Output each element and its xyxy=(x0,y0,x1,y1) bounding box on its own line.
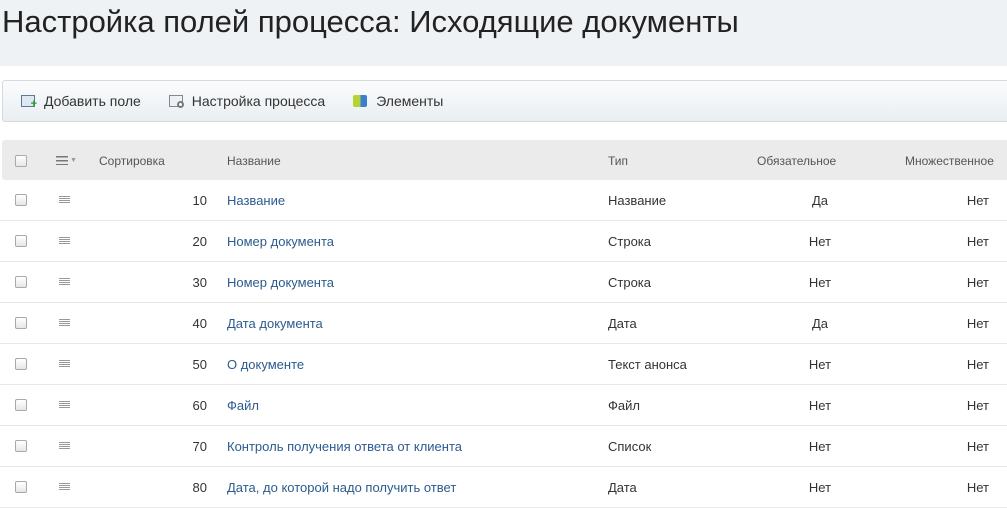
field-type: Строка xyxy=(608,233,652,249)
sort-value: 20 xyxy=(192,233,207,249)
sort-value: 10 xyxy=(192,192,207,208)
multiple-value: Нет xyxy=(966,438,989,454)
field-type: Текст анонса xyxy=(608,356,687,372)
sort-value: 60 xyxy=(192,397,207,413)
multiple-value: Нет xyxy=(966,479,989,495)
field-type: Файл xyxy=(608,397,640,413)
field-name-link[interactable]: Номер документа xyxy=(227,234,334,249)
row-checkbox[interactable] xyxy=(15,317,27,329)
required-value: Нет xyxy=(808,233,832,249)
multiple-value: Нет xyxy=(966,233,989,249)
row-checkbox[interactable] xyxy=(15,194,27,206)
field-type: Список xyxy=(608,438,652,454)
column-required[interactable]: Обязательное xyxy=(757,140,836,181)
drag-handle-icon[interactable] xyxy=(59,278,70,286)
table-row: 40 Дата документа Дата Да Нет xyxy=(0,303,1007,344)
row-checkbox[interactable] xyxy=(15,440,27,452)
field-name-link[interactable]: Контроль получения ответа от клиента xyxy=(227,439,462,454)
drag-handle-icon[interactable] xyxy=(59,401,70,409)
required-value: Нет xyxy=(808,274,832,290)
row-checkbox[interactable] xyxy=(15,276,27,288)
drag-handle-icon[interactable] xyxy=(59,360,70,368)
required-value: Нет xyxy=(808,479,832,495)
multiple-value: Нет xyxy=(966,192,989,208)
drag-handle-icon[interactable] xyxy=(59,196,70,204)
elements-icon xyxy=(353,95,368,107)
elements-button[interactable]: Элементы xyxy=(353,93,443,109)
toolbar: + Добавить поле Настройка процесса Элеме… xyxy=(2,80,1007,122)
field-name-link[interactable]: Дата, до которой надо получить ответ xyxy=(227,480,456,495)
column-multiple[interactable]: Множественное xyxy=(905,140,994,181)
menu-icon xyxy=(56,156,68,165)
required-value: Да xyxy=(811,315,829,331)
select-all-checkbox[interactable] xyxy=(15,154,27,167)
sort-value: 30 xyxy=(192,274,207,290)
column-sort[interactable]: Сортировка xyxy=(99,140,165,181)
field-name-link[interactable]: Файл xyxy=(227,398,259,413)
table-row: 80 Дата, до которой надо получить ответ … xyxy=(0,467,1007,508)
table-row: 50 О документе Текст анонса Нет Нет xyxy=(0,344,1007,385)
field-name-link[interactable]: Номер документа xyxy=(227,275,334,290)
table-row: 10 Название Название Да Нет xyxy=(0,180,1007,221)
drag-handle-icon[interactable] xyxy=(59,483,70,491)
field-type: Дата xyxy=(608,315,637,331)
drag-handle-icon[interactable] xyxy=(59,319,70,327)
add-field-icon: + xyxy=(21,95,37,110)
required-value: Нет xyxy=(808,438,832,454)
sort-value: 50 xyxy=(192,356,207,372)
row-checkbox[interactable] xyxy=(15,399,27,411)
required-value: Нет xyxy=(808,356,832,372)
field-name-link[interactable]: Дата документа xyxy=(227,316,323,331)
header-row: ▼ Сортировка Название Тип Обязательное М… xyxy=(0,140,1007,181)
table-row: 70 Контроль получения ответа от клиента … xyxy=(0,426,1007,467)
field-name-link[interactable]: О документе xyxy=(227,357,304,372)
column-menu-button[interactable]: ▼ xyxy=(56,140,77,181)
field-type: Название xyxy=(608,192,667,208)
required-value: Да xyxy=(811,192,829,208)
multiple-value: Нет xyxy=(966,315,989,331)
sort-value: 70 xyxy=(192,438,207,454)
field-type: Дата xyxy=(608,479,637,495)
row-checkbox[interactable] xyxy=(15,358,27,370)
multiple-value: Нет xyxy=(966,356,989,372)
drag-handle-icon[interactable] xyxy=(59,442,70,450)
table-row: 60 Файл Файл Нет Нет xyxy=(0,385,1007,426)
multiple-value: Нет xyxy=(966,274,989,290)
field-type: Строка xyxy=(608,274,652,290)
field-name-link[interactable]: Название xyxy=(227,193,285,208)
row-checkbox[interactable] xyxy=(15,481,27,493)
page-title: Настройка полей процесса: Исходящие доку… xyxy=(2,4,739,39)
add-field-button[interactable]: + Добавить поле xyxy=(21,93,141,110)
sort-value: 40 xyxy=(192,315,207,331)
column-type[interactable]: Тип xyxy=(608,140,628,181)
required-value: Нет xyxy=(808,397,832,413)
table-row: 30 Номер документа Строка Нет Нет xyxy=(0,262,1007,303)
row-checkbox[interactable] xyxy=(15,235,27,247)
column-name[interactable]: Название xyxy=(227,140,281,181)
process-settings-icon xyxy=(168,95,184,108)
process-settings-button[interactable]: Настройка процесса xyxy=(168,93,325,109)
multiple-value: Нет xyxy=(966,397,989,413)
drag-handle-icon[interactable] xyxy=(59,237,70,245)
table-row: 20 Номер документа Строка Нет Нет xyxy=(0,221,1007,262)
sort-value: 80 xyxy=(192,479,207,495)
